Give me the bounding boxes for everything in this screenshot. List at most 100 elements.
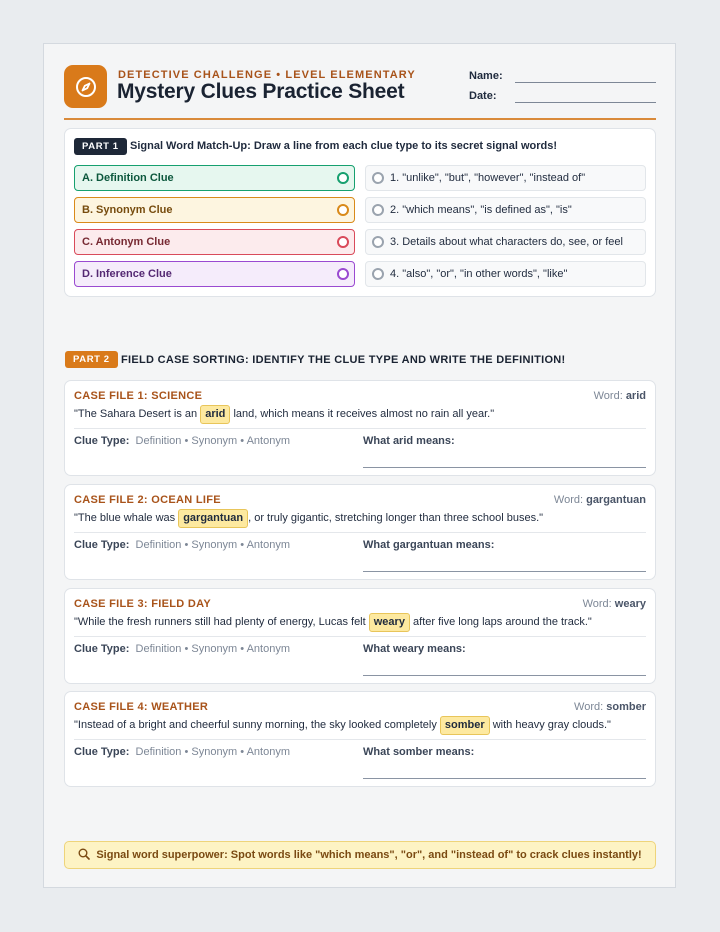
clue-type-options[interactable]: Definition • Synonym • Antonym <box>136 539 290 551</box>
target-word: arid <box>625 390 646 402</box>
word-prefix: Word: <box>553 494 584 506</box>
highlighted-word: gargantuan <box>178 509 249 528</box>
case-divider <box>74 739 646 740</box>
sentence-end: with heavy gray clouds." <box>492 719 611 731</box>
definition-label: What somber means: <box>363 746 475 758</box>
sentence-start: "While the fresh runners still had plent… <box>74 616 366 628</box>
signal-word-item[interactable]: 2. "which means", "is defined as", "is" <box>365 197 646 223</box>
highlighted-word: arid <box>200 405 231 424</box>
case-file-card: CASE FILE 3: FIELD DAY Word: weary "While … <box>64 588 656 684</box>
signal-word-text: 3. Details about what characters do, see… <box>390 236 623 248</box>
definition-answer-line[interactable] <box>363 675 646 676</box>
clue-type-prompt: Clue Type: Definition • Synonym • Antony… <box>74 643 290 655</box>
signal-word-item[interactable]: 3. Details about what characters do, see… <box>365 229 646 255</box>
highlighted-word: somber <box>439 716 490 735</box>
clue-type-label: Clue Type: <box>74 643 130 655</box>
connector-dot[interactable] <box>337 172 349 184</box>
word-prefix: Word: <box>582 598 612 610</box>
case-sentence: "While the fresh runners still had plent… <box>74 612 592 632</box>
definition-label: What weary means: <box>363 643 466 655</box>
connector-dot[interactable] <box>337 268 349 280</box>
target-word: somber <box>606 701 646 713</box>
signal-word-item[interactable]: 1. "unlike", "but", "however", "instead … <box>365 165 646 191</box>
highlighted-word: weary <box>368 613 410 632</box>
name-label: Name: <box>469 70 503 82</box>
compass-icon <box>64 65 107 108</box>
clue-type-label: Clue Type: <box>74 435 130 447</box>
word-prefix: Word: <box>574 701 604 713</box>
magnifier-icon <box>78 848 91 860</box>
target-word: gargantuan <box>586 494 646 506</box>
clue-type-item[interactable]: C. Antonym Clue <box>74 229 355 255</box>
clue-type-label: Clue Type: <box>74 746 130 758</box>
case-file-card: CASE FILE 2: OCEAN LIFE Word: gargantuan "… <box>64 484 656 580</box>
signal-word-text: 1. "unlike", "but", "however", "instead … <box>390 172 586 184</box>
sentence-end: land, which means it receives almost no … <box>233 408 495 420</box>
case-title: CASE FILE 4: WEATHER <box>74 701 209 713</box>
case-sentence: "The Sahara Desert is an arid land, whic… <box>74 404 494 424</box>
clue-type-label: B. Synonym Clue <box>82 204 173 216</box>
clue-type-options[interactable]: Definition • Synonym • Antonym <box>136 435 290 447</box>
case-divider <box>74 428 646 429</box>
definition-answer-line[interactable] <box>363 467 646 468</box>
case-title: CASE FILE 2: OCEAN LIFE <box>74 494 221 506</box>
part2-badge: PART 2 <box>65 351 118 368</box>
case-sentence: "Instead of a bright and cheerful sunny … <box>74 715 611 735</box>
case-file-card: CASE FILE 1: SCIENCE Word: arid "The Sahar… <box>64 380 656 476</box>
case-word: Word: somber <box>574 701 646 713</box>
worksheet: DETECTIVE CHALLENGE • LEVEL ELEMENTARY M… <box>43 43 676 888</box>
definition-label: What gargantuan means: <box>363 539 495 551</box>
clue-type-item[interactable]: A. Definition Clue <box>74 165 355 191</box>
name-field[interactable] <box>515 82 656 83</box>
connector-dot[interactable] <box>372 236 384 248</box>
signal-word-text: 4. "also", "or", "in other words", "like… <box>390 268 568 280</box>
sentence-start: "Instead of a bright and cheerful sunny … <box>74 719 437 731</box>
definition-label: What arid means: <box>363 435 455 447</box>
date-label: Date: <box>469 90 497 102</box>
clue-type-label: D. Inference Clue <box>82 268 172 280</box>
sentence-end: after five long laps around the track." <box>413 616 592 628</box>
case-sentence: "The blue whale was gargantuan, or truly… <box>74 508 543 528</box>
part1-badge: PART 1 <box>74 138 127 155</box>
signal-word-text: 2. "which means", "is defined as", "is" <box>390 204 572 216</box>
sentence-start: "The Sahara Desert is an <box>74 408 198 420</box>
sentence-start: "The blue whale was <box>74 512 176 524</box>
clue-type-item[interactable]: B. Synonym Clue <box>74 197 355 223</box>
connector-dot[interactable] <box>337 204 349 216</box>
case-title: CASE FILE 3: FIELD DAY <box>74 598 211 610</box>
case-word: Word: gargantuan <box>554 494 646 506</box>
date-field[interactable] <box>515 102 656 103</box>
case-word: Word: arid <box>594 390 646 402</box>
definition-answer-line[interactable] <box>363 571 646 572</box>
tip-banner: Signal word superpower: Spot words like … <box>64 841 656 869</box>
case-divider <box>74 532 646 533</box>
clue-type-label: C. Antonym Clue <box>82 236 171 248</box>
definition-answer-line[interactable] <box>363 778 646 779</box>
word-prefix: Word: <box>593 390 623 402</box>
connector-dot[interactable] <box>337 236 349 248</box>
page-title: Mystery Clues Practice Sheet <box>117 80 405 103</box>
connector-dot[interactable] <box>372 268 384 280</box>
header-divider <box>64 118 656 120</box>
clue-type-label: A. Definition Clue <box>82 172 174 184</box>
case-title: CASE FILE 1: SCIENCE <box>74 390 203 402</box>
connector-dot[interactable] <box>372 172 384 184</box>
target-word: weary <box>614 598 646 610</box>
part1-card: PART 1 Signal Word Match-Up: Draw a line… <box>64 128 656 297</box>
clue-type-options[interactable]: Definition • Synonym • Antonym <box>136 746 290 758</box>
clue-type-prompt: Clue Type: Definition • Synonym • Antony… <box>74 746 290 758</box>
tip-text: Signal word superpower: Spot words like … <box>96 849 642 861</box>
signal-word-item[interactable]: 4. "also", "or", "in other words", "like… <box>365 261 646 287</box>
clue-type-prompt: Clue Type: Definition • Synonym • Antony… <box>74 435 290 447</box>
clue-type-label: Clue Type: <box>74 539 130 551</box>
case-divider <box>74 636 646 637</box>
clue-type-item[interactable]: D. Inference Clue <box>74 261 355 287</box>
clue-type-options[interactable]: Definition • Synonym • Antonym <box>136 643 290 655</box>
clue-type-prompt: Clue Type: Definition • Synonym • Antony… <box>74 539 290 551</box>
part2-title: FIELD CASE SORTING: IDENTIFY THE CLUE TY… <box>121 354 566 366</box>
sentence-end: , or truly gigantic, stretching longer t… <box>248 512 544 524</box>
case-file-card: CASE FILE 4: WEATHER Word: somber "Instead… <box>64 691 656 787</box>
case-word: Word: weary <box>583 598 646 610</box>
connector-dot[interactable] <box>372 204 384 216</box>
part1-instruction: Signal Word Match-Up: Draw a line from e… <box>130 140 558 152</box>
